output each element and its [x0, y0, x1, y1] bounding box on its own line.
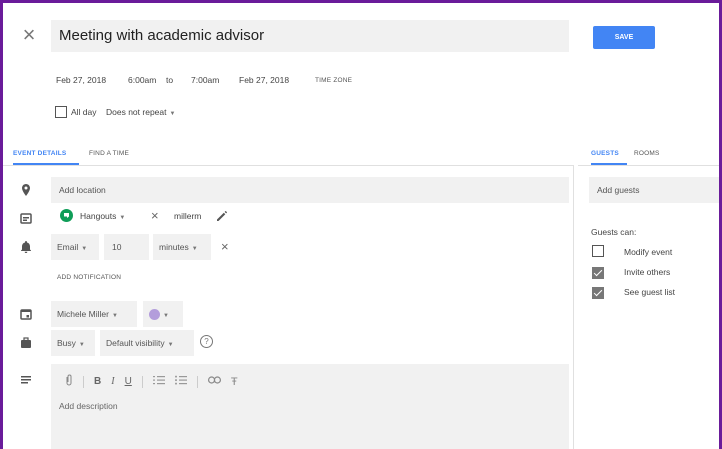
chevron-down-icon: ▼ — [81, 246, 88, 252]
edit-pencil-icon[interactable] — [216, 209, 228, 227]
invite-others-checkbox[interactable] — [592, 267, 604, 279]
column-divider — [573, 165, 574, 449]
calendar-owner-label: Michele Miller — [57, 309, 109, 319]
notification-unit-label: minutes — [159, 242, 189, 252]
repeat-dropdown[interactable]: Does not repeat ▼ — [101, 101, 180, 123]
event-title-input[interactable]: Meeting with academic advisor — [51, 20, 569, 52]
location-input[interactable]: Add location — [51, 177, 569, 203]
chevron-down-icon: ▼ — [119, 215, 126, 221]
calendar-owner-dropdown[interactable]: Michele Miller ▼ — [51, 301, 137, 327]
tab-guests[interactable]: GUESTS — [591, 150, 619, 157]
notification-value-input[interactable]: 10 — [104, 234, 149, 260]
notes-icon — [19, 373, 33, 387]
location-pin-icon — [19, 183, 33, 197]
bulleted-list-icon[interactable] — [174, 375, 187, 388]
link-icon[interactable] — [207, 376, 221, 387]
clear-formatting-icon[interactable]: Ŧ — [231, 376, 238, 388]
start-time[interactable]: 6:00am — [123, 69, 161, 91]
color-dropdown[interactable]: ▼ — [143, 301, 183, 327]
availability-label: Busy — [57, 338, 76, 348]
underline-icon[interactable]: U — [125, 376, 132, 387]
save-button[interactable]: SAVE — [593, 26, 655, 49]
description-editor[interactable]: B I U Ŧ Add description — [51, 364, 569, 449]
chevron-down-icon: ▼ — [111, 313, 118, 319]
start-date[interactable]: Feb 27, 2018 — [51, 69, 111, 91]
chevron-down-icon: ▼ — [169, 111, 176, 117]
close-icon[interactable]: × — [19, 24, 39, 46]
description-placeholder: Add description — [59, 401, 118, 411]
notification-type-label: Email — [57, 242, 79, 252]
chevron-down-icon: ▼ — [167, 342, 174, 348]
guests-tab-divider — [578, 165, 719, 166]
format-toolbar: B I U Ŧ — [65, 374, 238, 389]
tab-event-details[interactable]: EVENT DETAILS — [13, 150, 66, 157]
toolbar-separator — [196, 375, 198, 388]
end-time[interactable]: 7:00am — [186, 69, 224, 91]
repeat-label: Does not repeat — [106, 107, 167, 117]
modify-event-label: Modify event — [624, 247, 673, 257]
add-guests-input[interactable]: Add guests — [589, 177, 719, 203]
conference-icon — [19, 211, 33, 225]
numbered-list-icon[interactable] — [152, 375, 165, 388]
remove-notification-icon[interactable]: × — [221, 240, 229, 253]
remove-conference-icon[interactable]: × — [151, 209, 159, 222]
calendar-icon — [19, 307, 33, 321]
see-guest-list-label: See guest list — [624, 287, 676, 297]
visibility-label: Default visibility — [106, 338, 165, 348]
briefcase-icon — [19, 336, 33, 350]
guests-can-label: Guests can: — [591, 227, 637, 237]
bell-icon — [19, 240, 33, 254]
all-day-checkbox[interactable] — [55, 106, 67, 118]
hangouts-icon — [60, 209, 73, 222]
tab-divider — [3, 165, 573, 166]
chevron-down-icon: ▼ — [191, 246, 198, 252]
see-guest-list-checkbox[interactable] — [592, 287, 604, 299]
all-day-label: All day — [71, 107, 97, 117]
event-color-swatch — [149, 309, 160, 321]
attachment-icon[interactable] — [65, 374, 73, 389]
invite-others-label: Invite others — [624, 267, 671, 277]
add-notification-link[interactable]: ADD NOTIFICATION — [57, 274, 121, 281]
conference-dropdown[interactable]: Hangouts ▼ — [75, 205, 130, 227]
tab-rooms[interactable]: ROOMS — [634, 150, 660, 157]
availability-dropdown[interactable]: Busy ▼ — [51, 330, 95, 356]
event-editor: × Meeting with academic advisor SAVE Feb… — [0, 0, 722, 449]
conference-id: millerm — [174, 211, 202, 221]
to-label: to — [166, 75, 174, 85]
notification-unit-dropdown[interactable]: minutes ▼ — [153, 234, 211, 260]
toolbar-separator — [83, 375, 84, 388]
visibility-dropdown[interactable]: Default visibility ▼ — [100, 330, 194, 356]
chevron-down-icon: ▼ — [78, 342, 85, 348]
timezone-link[interactable]: TIME ZONE — [315, 77, 352, 84]
chevron-down-icon: ▼ — [163, 313, 169, 319]
notification-type-dropdown[interactable]: Email ▼ — [51, 234, 99, 260]
help-icon[interactable]: ? — [200, 335, 213, 348]
toolbar-separator — [141, 375, 143, 388]
bold-icon[interactable]: B — [94, 376, 101, 387]
end-date[interactable]: Feb 27, 2018 — [234, 69, 294, 91]
italic-icon[interactable]: I — [111, 376, 114, 387]
tab-find-time[interactable]: FIND A TIME — [89, 150, 129, 157]
conference-label: Hangouts — [80, 211, 117, 221]
modify-event-checkbox[interactable] — [592, 245, 604, 257]
